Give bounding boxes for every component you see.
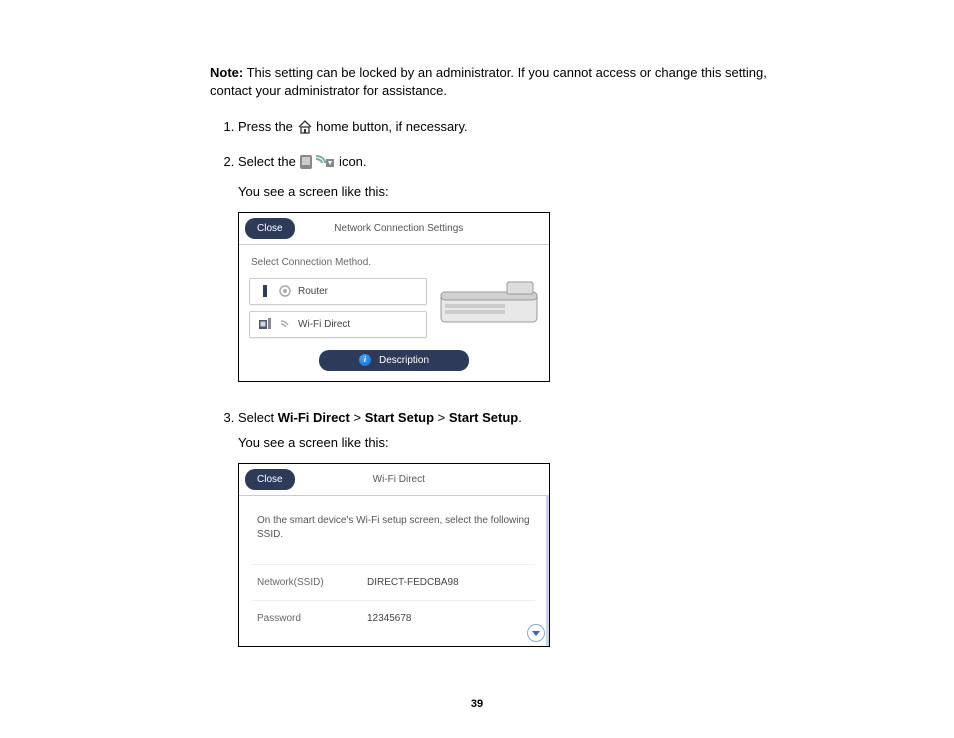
step-1: Press the home button, if necessary. bbox=[238, 117, 774, 140]
password-label: Password bbox=[257, 611, 367, 626]
option-router-label: Router bbox=[298, 284, 328, 299]
option-wifi-direct-label: Wi-Fi Direct bbox=[298, 317, 350, 332]
step-3-path-1: Wi-Fi Direct bbox=[278, 410, 350, 425]
ssid-value: DIRECT-FEDCBA98 bbox=[367, 575, 459, 590]
steps-list: Press the home button, if necessary. Sel… bbox=[210, 117, 774, 647]
description-button[interactable]: Description bbox=[319, 350, 469, 371]
step-2: Select the icon. You see a screen like t… bbox=[238, 152, 774, 382]
option-wifi-direct[interactable]: Wi-Fi Direct bbox=[249, 311, 427, 338]
screenshot-1-body: Select Connection Method. Router bbox=[239, 245, 549, 381]
step-3-path-3: Start Setup bbox=[449, 410, 518, 425]
step-3-path-2: Start Setup bbox=[365, 410, 434, 425]
document-page: Note: This setting can be locked by an a… bbox=[0, 0, 954, 738]
screenshot-1-header: Close Network Connection Settings bbox=[239, 213, 549, 245]
wireless-setup-icon bbox=[299, 153, 335, 177]
home-icon bbox=[297, 120, 313, 140]
scrollbar[interactable] bbox=[546, 496, 549, 646]
connection-options: Router Wi-Fi Direct bbox=[249, 278, 427, 344]
password-value: 12345678 bbox=[367, 611, 412, 626]
screenshot-1-subtitle: Select Connection Method. bbox=[251, 255, 539, 270]
note-text: This setting can be locked by an adminis… bbox=[210, 65, 767, 98]
step-2-subtext: You see a screen like this: bbox=[238, 182, 774, 202]
row-password: Password 12345678 bbox=[253, 600, 535, 636]
info-icon bbox=[359, 354, 371, 366]
router-bar-icon bbox=[258, 284, 272, 298]
screenshot-2-header: Close Wi-Fi Direct bbox=[239, 464, 549, 496]
note-paragraph: Note: This setting can be locked by an a… bbox=[210, 64, 774, 99]
screenshot-2-title: Wi-Fi Direct bbox=[255, 472, 543, 487]
screenshot-network-settings: Close Network Connection Settings Select… bbox=[238, 212, 550, 382]
router-radio-icon bbox=[278, 284, 292, 298]
option-router[interactable]: Router bbox=[249, 278, 427, 305]
ssid-label: Network(SSID) bbox=[257, 575, 367, 590]
wifi-direct-device-icon bbox=[258, 317, 272, 331]
step-3-subtext: You see a screen like this: bbox=[238, 433, 774, 453]
row-ssid: Network(SSID) DIRECT-FEDCBA98 bbox=[253, 564, 535, 600]
screenshot-2-instruction: On the smart device's Wi-Fi setup screen… bbox=[253, 514, 535, 542]
screenshot-2-body: On the smart device's Wi-Fi setup screen… bbox=[239, 496, 549, 646]
note-label: Note: bbox=[210, 65, 243, 80]
screenshot-1-title: Network Connection Settings bbox=[255, 221, 543, 236]
wifi-direct-wave-icon bbox=[278, 317, 292, 331]
scroll-down-icon[interactable] bbox=[527, 624, 545, 642]
page-number: 39 bbox=[0, 698, 954, 710]
step-3: Select Wi-Fi Direct > Start Setup > Star… bbox=[238, 408, 774, 647]
printer-illustration bbox=[435, 274, 545, 340]
description-label: Description bbox=[379, 353, 429, 368]
screenshot-wifi-direct: Close Wi-Fi Direct On the smart device's… bbox=[238, 463, 550, 647]
